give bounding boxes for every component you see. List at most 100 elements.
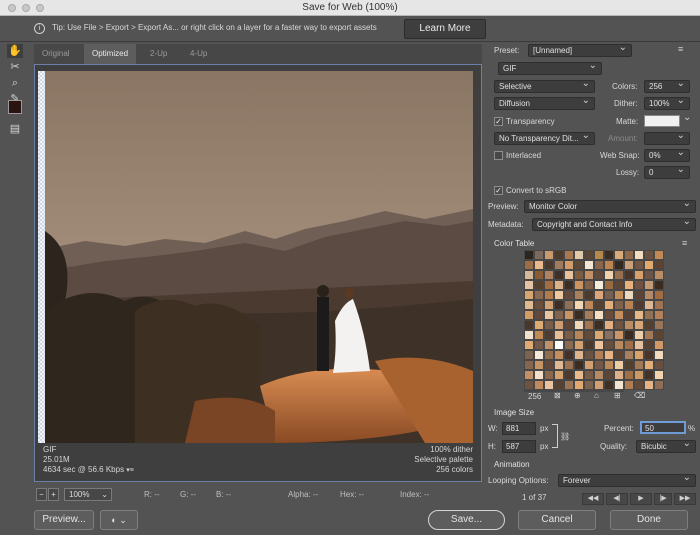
color-swatch[interactable] [554,330,564,340]
color-table[interactable] [524,250,664,392]
tab-2-up[interactable]: 2-Up [142,44,175,64]
color-swatch[interactable] [654,250,664,260]
color-swatch[interactable] [544,270,554,280]
color-swatch[interactable] [614,280,624,290]
color-swatch[interactable] [544,310,554,320]
color-swatch[interactable] [634,310,644,320]
color-swatch[interactable] [554,300,564,310]
color-swatch[interactable] [524,270,534,280]
color-swatch[interactable] [524,340,534,350]
zoom-tool-icon[interactable]: ⌕ [7,76,23,90]
color-swatch[interactable] [594,370,604,380]
color-swatch[interactable] [554,350,564,360]
eyedropper-color-swatch[interactable] [8,100,22,114]
color-swatch[interactable] [624,350,634,360]
color-swatch[interactable] [534,330,544,340]
color-swatch[interactable] [644,280,654,290]
new-color-icon[interactable]: ⊞ [614,391,621,400]
color-swatch[interactable] [634,350,644,360]
color-swatch[interactable] [594,290,604,300]
color-swatch[interactable] [654,350,664,360]
convert-srgb-checkbox[interactable]: ✓ [494,186,503,195]
color-swatch[interactable] [604,330,614,340]
color-swatch[interactable] [634,270,644,280]
color-reduction-select[interactable]: Selective [494,78,595,93]
color-swatch[interactable] [524,250,534,260]
color-swatch[interactable] [624,260,634,270]
color-swatch[interactable] [544,260,554,270]
color-swatch[interactable] [554,380,564,390]
percent-field[interactable]: 50 [640,421,686,434]
hand-tool-icon[interactable]: ✋ [7,44,23,58]
color-swatch[interactable] [654,370,664,380]
color-swatch[interactable] [584,320,594,330]
color-swatch[interactable] [604,270,614,280]
color-swatch[interactable] [604,250,614,260]
color-swatch[interactable] [564,360,574,370]
color-swatch[interactable] [544,340,554,350]
color-swatch[interactable] [554,370,564,380]
color-swatch[interactable] [594,360,604,370]
looping-select[interactable]: Forever [558,472,696,487]
color-swatch[interactable] [584,390,594,392]
color-swatch[interactable] [624,370,634,380]
color-swatch[interactable] [564,310,574,320]
color-swatch[interactable] [634,330,644,340]
color-swatch[interactable] [644,270,654,280]
color-swatch[interactable] [604,260,614,270]
color-swatch[interactable] [524,280,534,290]
slice-select-tool-icon[interactable]: ✂ [7,60,23,74]
color-swatch[interactable] [554,250,564,260]
color-swatch[interactable] [524,260,534,270]
color-swatch[interactable] [624,300,634,310]
zoom-out-icon[interactable]: − [36,488,47,501]
color-swatch[interactable] [654,290,664,300]
play-icon[interactable]: ▶ [630,493,652,505]
color-swatch[interactable] [634,340,644,350]
color-swatch[interactable] [584,340,594,350]
color-swatch[interactable] [614,270,624,280]
color-swatch[interactable] [614,360,624,370]
color-swatch[interactable] [574,290,584,300]
color-swatch[interactable] [614,350,624,360]
done-button[interactable]: Done [610,510,688,530]
color-swatch[interactable] [584,380,594,390]
preview-color-select[interactable]: Monitor Color [524,198,696,213]
color-swatch[interactable] [654,260,664,270]
color-swatch[interactable] [594,320,604,330]
interlaced-checkbox[interactable] [494,151,503,160]
color-swatch[interactable] [564,320,574,330]
color-swatch[interactable] [644,260,654,270]
color-swatch[interactable] [544,330,554,340]
color-swatch[interactable] [544,370,554,380]
color-swatch[interactable] [524,330,534,340]
color-swatch[interactable] [594,340,604,350]
color-swatch[interactable] [644,300,654,310]
color-swatch[interactable] [524,360,534,370]
tab-original[interactable]: Original [34,44,78,64]
color-swatch[interactable] [634,300,644,310]
color-swatch[interactable] [624,360,634,370]
color-swatch[interactable] [524,350,534,360]
color-swatch[interactable] [524,380,534,390]
save-button[interactable]: Save... [428,510,505,530]
last-frame-icon[interactable]: ▶▶ [674,493,696,505]
height-field[interactable]: 587 [502,440,536,453]
dither-algorithm-select[interactable]: Diffusion [494,95,595,110]
color-swatch[interactable] [534,280,544,290]
preview-image[interactable] [45,71,473,443]
color-swatch[interactable] [564,390,574,392]
color-swatch[interactable] [624,310,634,320]
color-swatch[interactable] [654,310,664,320]
color-swatch[interactable] [644,330,654,340]
color-swatch[interactable] [564,270,574,280]
color-swatch[interactable] [624,270,634,280]
color-swatch[interactable] [554,280,564,290]
color-swatch[interactable] [534,340,544,350]
color-swatch[interactable] [574,380,584,390]
color-swatch[interactable] [544,320,554,330]
color-swatch[interactable] [584,270,594,280]
color-swatch[interactable] [634,260,644,270]
color-swatch[interactable] [554,270,564,280]
color-swatch[interactable] [534,310,544,320]
